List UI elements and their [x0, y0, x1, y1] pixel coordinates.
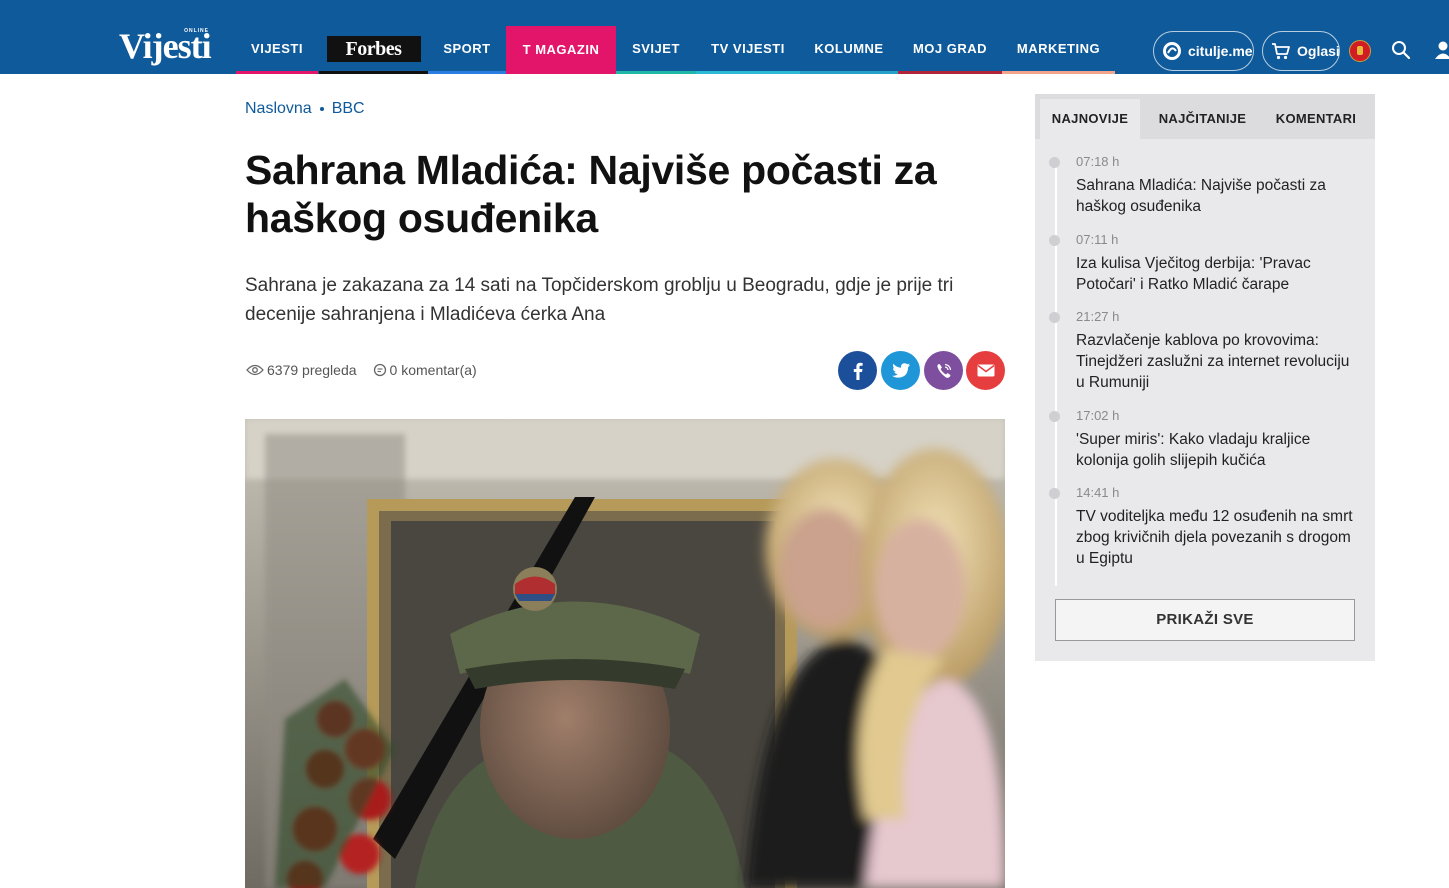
news-item[interactable]: 14:41 h TV voditeljka među 12 osuđenih n…	[1076, 485, 1356, 569]
comments-link[interactable]: 0 komentar(a)	[373, 362, 477, 378]
breadcrumb-naslovna[interactable]: Naslovna	[245, 100, 312, 118]
share-twitter-button[interactable]	[881, 351, 920, 390]
top-navigation-bar: ONLINE Vijesti VIJESTI Forbes SPORT T MA…	[0, 0, 1449, 74]
timeline-dot	[1049, 411, 1060, 422]
nav-label: SVIJET	[632, 41, 680, 56]
timeline-dot	[1049, 157, 1060, 168]
nav-label: KOLUMNE	[814, 41, 884, 56]
hero-photo	[245, 419, 1005, 888]
nav-item-moj-grad[interactable]: MOJ GRAD	[898, 26, 1002, 74]
timeline-dot	[1049, 235, 1060, 246]
nav-underline	[236, 71, 318, 74]
breadcrumb: Naslovna BBC	[245, 100, 365, 118]
article-hero-image	[245, 419, 1005, 888]
nav-label: TV VIJESTI	[711, 41, 785, 56]
news-time: 07:18 h	[1076, 154, 1120, 169]
eye-icon	[246, 364, 264, 376]
nav-label: MARKETING	[1016, 41, 1101, 56]
share-viber-button[interactable]	[924, 351, 963, 390]
nav-underline	[319, 71, 428, 74]
timeline-dot	[1049, 312, 1060, 323]
timeline-line	[1055, 162, 1057, 586]
news-time: 21:27 h	[1076, 309, 1120, 324]
montenegro-flag-icon[interactable]	[1349, 40, 1371, 62]
user-icon[interactable]	[1433, 40, 1449, 62]
views-count: 6379 pregleda	[246, 362, 357, 378]
nav-underline	[1002, 71, 1115, 74]
citulje-label: citulje.me	[1188, 43, 1253, 59]
news-title: TV voditeljka među 12 osuđenih na smrt z…	[1076, 508, 1353, 567]
nav-item-tv-vijesti[interactable]: TV VIJESTI	[696, 26, 800, 74]
nav-underline	[616, 71, 696, 74]
tab-najnovije[interactable]: NAJNOVIJE	[1040, 99, 1140, 139]
oglasi-label: Oglasi	[1297, 43, 1340, 59]
article-headline: Sahrana Mladića: Najviše počasti za hašk…	[245, 147, 937, 241]
vijesti-logo[interactable]: ONLINE Vijesti	[119, 24, 215, 68]
news-title: 'Super miris': Kako vladaju kraljice kol…	[1076, 431, 1311, 469]
show-all-button[interactable]: PRIKAŽI SVE	[1055, 599, 1355, 641]
nav-item-sport[interactable]: SPORT	[428, 26, 506, 74]
twitter-icon	[891, 363, 910, 378]
nav-underline	[800, 71, 898, 74]
sidebar-tabs: NAJNOVIJE NAJČITANIJE KOMENTARI	[1035, 94, 1375, 139]
tab-komentari[interactable]: KOMENTARI	[1263, 99, 1369, 139]
comment-icon	[373, 363, 386, 377]
nav-underline	[696, 71, 800, 74]
search-icon[interactable]	[1391, 40, 1411, 62]
latest-news-sidebar: NAJNOVIJE NAJČITANIJE KOMENTARI 07:18 h …	[1035, 94, 1375, 661]
share-email-button[interactable]	[966, 351, 1005, 390]
news-time: 17:02 h	[1076, 408, 1120, 423]
nav-item-forbes[interactable]: Forbes	[319, 26, 428, 74]
nav-item-kolumne[interactable]: KOLUMNE	[800, 26, 898, 74]
nav-item-t-magazin[interactable]: T MAGAZIN	[506, 26, 616, 74]
timeline-dot	[1049, 488, 1060, 499]
nav-label: T MAGAZIN	[522, 42, 600, 57]
nav-label: MOJ GRAD	[912, 41, 988, 56]
oglasi-button[interactable]: Oglasi	[1262, 31, 1340, 71]
nav-underline	[428, 71, 506, 74]
article-lead: Sahrana je zakazana za 14 sati na Topčid…	[245, 275, 954, 325]
facebook-icon	[853, 362, 863, 380]
share-facebook-button[interactable]	[838, 351, 877, 390]
citulje-button[interactable]: citulje.me	[1153, 31, 1254, 71]
nav-item-svijet[interactable]: SVIJET	[616, 26, 696, 74]
tab-najcitanije[interactable]: NAJČITANIJE	[1145, 99, 1260, 139]
breadcrumb-bbc[interactable]: BBC	[332, 100, 365, 118]
news-item[interactable]: 07:11 h Iza kulisa Vječitog derbija: 'Pr…	[1076, 232, 1356, 295]
news-item[interactable]: 21:27 h Razvlačenje kablova po krovovima…	[1076, 309, 1356, 393]
nav-item-vijesti[interactable]: VIJESTI	[236, 26, 318, 74]
article-meta: 6379 pregleda 0 komentar(a)	[246, 360, 477, 380]
citulje-icon	[1163, 42, 1181, 60]
news-item[interactable]: 07:18 h Sahrana Mladića: Najviše počasti…	[1076, 154, 1356, 217]
news-title: Iza kulisa Vječitog derbija: 'Pravac Pot…	[1076, 255, 1311, 293]
nav-underline	[898, 71, 1002, 74]
comments-label: 0 komentar(a)	[389, 362, 477, 378]
breadcrumb-separator	[319, 107, 324, 111]
news-title: Razvlačenje kablova po krovovima: Tinejd…	[1076, 332, 1350, 391]
cart-icon	[1272, 43, 1290, 60]
nav-label: SPORT	[443, 41, 491, 56]
views-label: 6379 pregleda	[267, 362, 357, 378]
nav-label: VIJESTI	[251, 41, 303, 56]
news-time: 07:11 h	[1076, 232, 1119, 247]
news-time: 14:41 h	[1076, 485, 1120, 500]
logo-text: Vijesti	[119, 26, 212, 66]
viber-icon	[936, 363, 951, 378]
forbes-logo: Forbes	[326, 36, 421, 62]
news-item[interactable]: 17:02 h 'Super miris': Kako vladaju kral…	[1076, 408, 1356, 471]
news-title: Sahrana Mladića: Najviše počasti za hašk…	[1076, 177, 1326, 215]
nav-item-marketing[interactable]: MARKETING	[1002, 26, 1115, 74]
mail-icon	[977, 364, 994, 377]
